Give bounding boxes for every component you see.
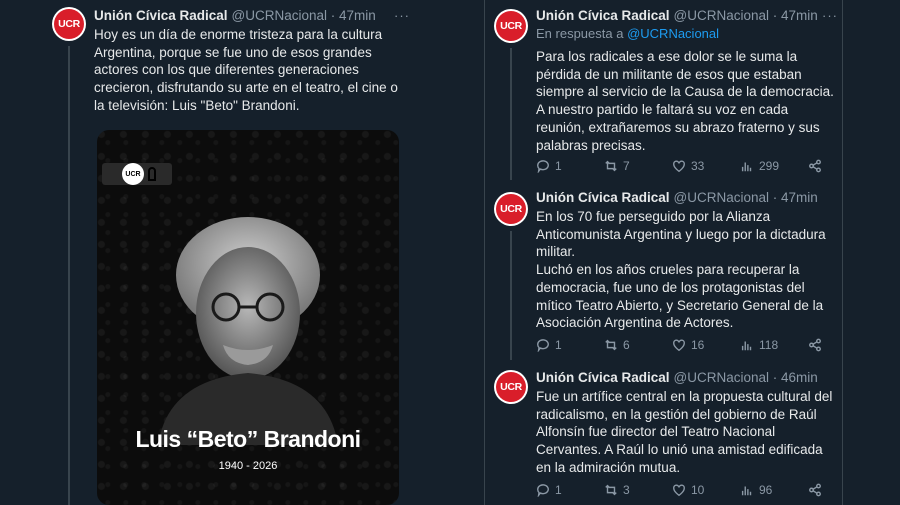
avatar[interactable]: UCR [494, 192, 528, 226]
retweet-icon [605, 484, 617, 496]
reply-icon [537, 484, 549, 497]
tweet-main[interactable]: UCR Unión Cívica Radical @UCRNacional · … [42, 0, 414, 505]
ucr-logo-icon: UCR [54, 9, 84, 39]
more-dots-icon[interactable]: ··· [394, 8, 410, 23]
like-count: 10 [691, 483, 705, 497]
share-button[interactable] [808, 483, 822, 497]
like-count: 16 [691, 338, 705, 352]
reply-prefix: En respuesta a [536, 26, 624, 41]
share-button[interactable] [808, 159, 822, 173]
retweet-icon [605, 339, 617, 351]
tweet-media-image[interactable]: UCR Luis “Beto” Brandoni 1940 - 2026 [97, 130, 399, 505]
reply-icon [537, 160, 549, 173]
handle-time[interactable]: @UCRNacional · 46min [674, 369, 818, 387]
views-chart-icon [741, 162, 752, 172]
views-count: 96 [759, 483, 773, 497]
tweet-body: Unión Cívica Radical @UCRNacional · 47mi… [536, 0, 834, 154]
panel-divider [484, 0, 485, 505]
reply-icon [537, 339, 549, 352]
views-count: 299 [759, 159, 780, 173]
heart-icon [673, 484, 685, 497]
tweet-text: En los 70 fue perseguido por la Alianza … [536, 208, 834, 332]
retweet-count: 6 [623, 338, 630, 352]
ucr-logo-icon: UCR [496, 194, 526, 224]
ucr-logo-icon: UCR [122, 163, 144, 185]
tweet-body: Unión Cívica Radical @UCRNacional · 46mi… [536, 362, 834, 477]
left-tweet-panel: UCR Unión Cívica Radical @UCRNacional · … [42, 0, 414, 505]
display-name[interactable]: Unión Cívica Radical [536, 189, 670, 207]
handle-time[interactable]: @UCRNacional · 47min [232, 7, 376, 25]
tweet-actions: 1 3 10 96 [536, 482, 822, 498]
tweet-actions: 1 6 16 118 [536, 337, 822, 353]
media-dates: 1940 - 2026 [218, 460, 278, 472]
tweet-header: Unión Cívica Radical @UCRNacional · 47mi… [536, 189, 834, 207]
tweet-body: Unión Cívica Radical @UCRNacional · 47mi… [94, 0, 406, 115]
tweet-reply-2[interactable]: UCR Unión Cívica Radical @UCRNacional · … [484, 182, 842, 360]
share-icon [809, 338, 821, 352]
tweet-reply-3[interactable]: UCR Unión Cívica Radical @UCRNacional · … [484, 362, 842, 505]
avatar[interactable]: UCR [494, 9, 528, 43]
tweet-text: Hoy es un día de enorme tristeza para la… [94, 27, 398, 113]
thread-line [68, 46, 70, 505]
reply-context: En respuesta a @UCRNacional [536, 26, 834, 42]
handle-time[interactable]: @UCRNacional · 47min [674, 7, 818, 25]
reply-count: 1 [555, 159, 562, 173]
heart-icon [673, 160, 685, 173]
views-button[interactable]: 299 [740, 159, 780, 173]
portrait-photo [158, 217, 338, 445]
ucr-logo-icon: UCR [496, 11, 526, 41]
more-dots-icon[interactable]: ··· [822, 8, 838, 23]
display-name[interactable]: Unión Cívica Radical [94, 7, 228, 25]
display-name[interactable]: Unión Cívica Radical [536, 369, 670, 387]
tweet-text: Para los radicales a ese dolor se le sum… [536, 49, 834, 153]
thread-line [510, 231, 512, 360]
like-count: 33 [691, 159, 705, 173]
display-name[interactable]: Unión Cívica Radical [536, 7, 670, 25]
thread-line [510, 48, 512, 180]
like-button[interactable]: 10 [672, 483, 712, 497]
tweet-body: Unión Cívica Radical @UCRNacional · 47mi… [536, 182, 834, 332]
retweet-count: 7 [623, 159, 630, 173]
reply-button[interactable]: 1 [536, 159, 576, 173]
heart-icon [673, 339, 685, 352]
like-button[interactable]: 16 [672, 338, 712, 352]
tweet-paragraph: Luchó en los años crueles para recuperar… [536, 262, 824, 331]
reply-button[interactable]: 1 [536, 483, 576, 497]
views-button[interactable]: 96 [740, 483, 780, 497]
reply-mention-link[interactable]: @UCRNacional [627, 26, 719, 41]
avatar[interactable]: UCR [52, 7, 86, 41]
reply-count: 1 [555, 483, 562, 497]
views-chart-icon [741, 486, 752, 496]
retweet-button[interactable]: 7 [604, 159, 644, 173]
tweet-paragraph: En los 70 fue perseguido por la Alianza … [536, 209, 826, 260]
handle-time[interactable]: @UCRNacional · 47min [674, 189, 818, 207]
reply-count: 1 [555, 338, 562, 352]
views-button[interactable]: 118 [740, 338, 780, 352]
tweet-reply-1[interactable]: UCR Unión Cívica Radical @UCRNacional · … [484, 0, 842, 180]
avatar[interactable]: UCR [494, 370, 528, 404]
share-icon [809, 483, 821, 497]
mourning-ribbon-icon [148, 167, 156, 181]
media-title: Luis “Beto” Brandoni [135, 426, 361, 452]
retweet-button[interactable]: 6 [604, 338, 644, 352]
tweet-actions: 1 7 33 299 [536, 158, 822, 174]
retweet-icon [605, 160, 617, 172]
right-tweet-panel: UCR Unión Cívica Radical @UCRNacional · … [484, 0, 842, 505]
tweet-header: Unión Cívica Radical @UCRNacional · 47mi… [536, 7, 834, 25]
share-button[interactable] [808, 338, 822, 352]
retweet-count: 3 [623, 483, 630, 497]
tweet-text: Fue un artífice central en la propuesta … [536, 389, 833, 475]
views-count: 118 [759, 338, 779, 352]
like-button[interactable]: 33 [672, 159, 712, 173]
ucr-logo-icon: UCR [496, 372, 526, 402]
reply-button[interactable]: 1 [536, 338, 576, 352]
views-chart-icon [741, 341, 752, 351]
share-icon [809, 159, 821, 173]
retweet-button[interactable]: 3 [604, 483, 644, 497]
tweet-header: Unión Cívica Radical @UCRNacional · 46mi… [536, 369, 834, 387]
panel-divider [842, 0, 843, 505]
tweet-header: Unión Cívica Radical @UCRNacional · 47mi… [94, 7, 406, 25]
ucr-mourning-logo: UCR [102, 163, 172, 185]
